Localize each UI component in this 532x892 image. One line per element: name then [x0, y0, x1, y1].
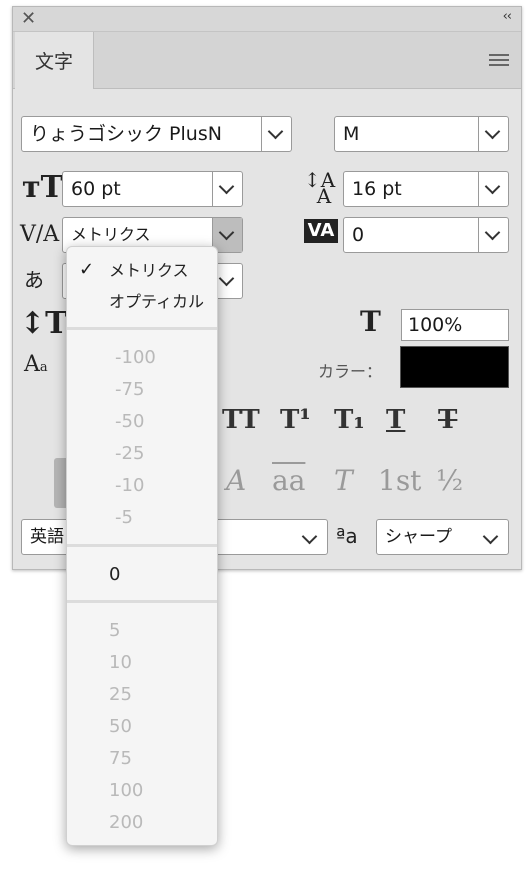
menu-item-5[interactable]: 5 — [67, 616, 217, 646]
tab-character[interactable]: 文字 — [15, 32, 94, 89]
language-value: 英語 — [30, 527, 64, 547]
antialias-select[interactable]: シャープ — [376, 519, 509, 555]
font-style-select[interactable]: M — [334, 116, 509, 152]
tracking-value: 0 — [352, 224, 365, 246]
menu-item-neg10[interactable]: -10 — [67, 471, 217, 501]
ordinal-button[interactable]: 1st — [378, 464, 421, 497]
chevron-down-icon — [218, 178, 235, 195]
font-family-value: りょうゴシック PlusN — [30, 123, 222, 145]
toggle-button-edge[interactable] — [54, 458, 66, 508]
swash-button[interactable]: A — [226, 464, 246, 497]
menu-item-neg50[interactable]: -50 — [67, 407, 217, 437]
chevron-down-icon — [484, 224, 501, 241]
chevron-down-icon — [218, 270, 235, 287]
color-label: カラー： — [318, 362, 383, 381]
baseline-shift-icon: Aa — [24, 352, 48, 377]
color-swatch[interactable] — [400, 346, 509, 388]
menu-item-10[interactable]: 10 — [67, 648, 217, 678]
chevron-down-icon — [218, 224, 235, 241]
panel-menu-icon[interactable] — [489, 54, 509, 68]
chevron-down-icon — [267, 123, 284, 140]
font-size-select[interactable]: 60 pt — [62, 171, 243, 207]
menu-item-metrics[interactable]: メトリクス — [67, 256, 217, 286]
menu-item-neg100[interactable]: -100 — [67, 343, 217, 373]
menu-item-optical[interactable]: オプティカル — [67, 287, 217, 317]
menu-item-neg75[interactable]: -75 — [67, 375, 217, 405]
font-size-value: 60 pt — [71, 178, 121, 200]
horizontal-scale-field[interactable]: 100% — [401, 309, 509, 341]
all-caps-button[interactable]: TT — [222, 405, 260, 435]
antialias-icon: ªa — [336, 524, 358, 548]
menu-item-75[interactable]: 75 — [67, 744, 217, 774]
font-size-dropdown[interactable] — [212, 172, 242, 206]
fraction-button[interactable]: ½ — [436, 464, 463, 497]
chevron-down-icon — [484, 123, 501, 140]
font-size-icon: ᴛT — [22, 170, 63, 205]
chevron-down-icon — [482, 528, 499, 545]
font-family-dropdown[interactable] — [261, 117, 291, 151]
font-style-value: M — [343, 123, 360, 145]
font-family-select[interactable]: りょうゴシック PlusN — [21, 116, 292, 152]
leading-value: 16 pt — [352, 178, 402, 200]
tab-bar: 文字 — [13, 32, 521, 89]
close-icon[interactable]: ✕ — [21, 8, 36, 29]
menu-separator — [67, 544, 217, 547]
leading-icon: ↕A A — [304, 168, 336, 208]
menu-item-neg5[interactable]: -5 — [67, 503, 217, 533]
kerning-icon: V/A — [20, 222, 60, 247]
menu-item-200[interactable]: 200 — [67, 808, 217, 838]
strikethrough-button[interactable]: T — [438, 405, 457, 435]
kerning-dropdown[interactable] — [212, 218, 242, 252]
menu-item-neg25[interactable]: -25 — [67, 439, 217, 469]
kerning-dropdown-menu: ✓ メトリクス オプティカル -100 -75 -50 -25 -10 -5 0… — [66, 246, 218, 846]
ligature-button[interactable]: aa — [272, 464, 305, 497]
tracking-dropdown[interactable] — [478, 218, 508, 252]
collapse-icon[interactable]: ‹‹ — [503, 9, 512, 24]
subscript-button[interactable]: T₁ — [334, 405, 365, 435]
underline-button[interactable]: T — [386, 405, 405, 435]
chevron-down-icon — [301, 528, 318, 545]
menu-separator — [67, 327, 217, 330]
titling-button[interactable]: T — [334, 464, 353, 497]
horizontal-scale-icon: T — [360, 305, 381, 338]
menu-item-100[interactable]: 100 — [67, 776, 217, 806]
font-style-dropdown[interactable] — [478, 117, 508, 151]
leading-select[interactable]: 16 pt — [343, 171, 509, 207]
tracking-select[interactable]: 0 — [343, 217, 509, 253]
antialias-value: シャープ — [385, 527, 452, 547]
chevron-down-icon — [484, 178, 501, 195]
superscript-button[interactable]: T¹ — [280, 405, 311, 435]
leading-dropdown[interactable] — [478, 172, 508, 206]
tracking-icon: VA — [304, 219, 338, 243]
menu-item-50[interactable]: 50 — [67, 712, 217, 742]
panel-titlebar: ✕ ‹‹ — [13, 7, 521, 32]
vertical-scale-icon: ↕T — [20, 306, 68, 341]
menu-separator — [67, 600, 217, 603]
tsume-icon: あ — [24, 268, 44, 292]
menu-item-25[interactable]: 25 — [67, 680, 217, 710]
menu-item-zero[interactable]: 0 — [67, 560, 217, 590]
